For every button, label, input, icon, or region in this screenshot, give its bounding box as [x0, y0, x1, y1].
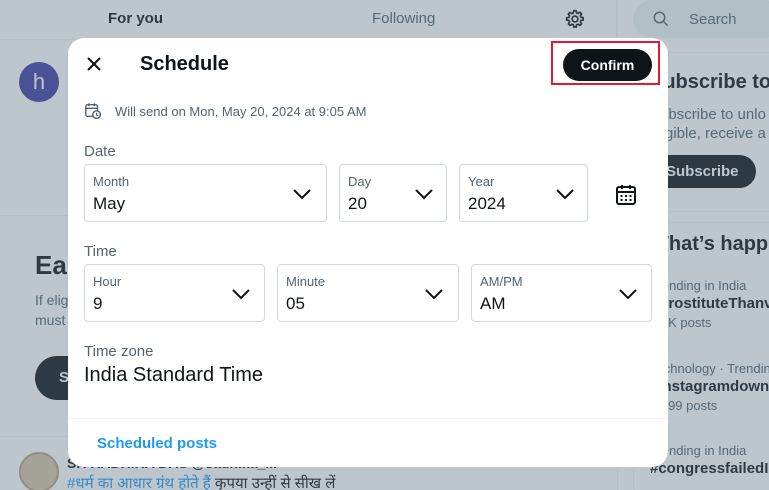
date-section-label: Date: [84, 143, 116, 160]
scheduled-posts-link[interactable]: Scheduled posts: [97, 435, 217, 452]
chevron-down-icon: [232, 289, 250, 300]
month-value: May: [93, 194, 126, 213]
year-select[interactable]: Year 2024: [459, 164, 588, 222]
chevron-down-icon: [293, 189, 311, 200]
timezone-value: India Standard Time: [84, 364, 263, 386]
hour-select[interactable]: Hour 9: [84, 264, 265, 322]
minute-value: 05: [286, 294, 305, 313]
schedule-dialog: Schedule Confirm Will send on Mon, May 2…: [68, 38, 668, 467]
day-select[interactable]: Day 20: [339, 164, 447, 222]
dialog-title: Schedule: [140, 53, 229, 75]
footer-divider: [68, 418, 668, 419]
close-icon: [87, 57, 101, 71]
hour-label: Hour: [93, 274, 122, 289]
ampm-label: AM/PM: [480, 274, 523, 289]
time-section-label: Time: [84, 243, 117, 260]
schedule-summary: Will send on Mon, May 20, 2024 at 9:05 A…: [84, 102, 366, 120]
year-label: Year: [468, 174, 495, 189]
month-label: Month: [93, 174, 130, 189]
hour-value: 9: [93, 294, 103, 313]
confirm-button[interactable]: Confirm: [563, 49, 652, 81]
day-value: 20: [348, 194, 367, 213]
chevron-down-icon: [556, 189, 574, 200]
ampm-value: AM: [480, 294, 506, 313]
close-button[interactable]: [80, 50, 108, 78]
minute-select[interactable]: Minute 05: [277, 264, 459, 322]
minute-label: Minute: [286, 274, 326, 289]
chevron-down-icon: [619, 289, 637, 300]
chevron-down-icon: [415, 189, 433, 200]
year-value: 2024: [468, 194, 506, 213]
chevron-down-icon: [425, 289, 443, 300]
calendar-icon[interactable]: [614, 183, 638, 207]
month-select[interactable]: Month May: [84, 164, 327, 222]
day-label: Day: [348, 174, 372, 189]
calendar-clock-icon: [85, 103, 102, 120]
ampm-select[interactable]: AM/PM AM: [471, 264, 652, 322]
send-info-text: Will send on Mon, May 20, 2024 at 9:05 A…: [115, 103, 367, 119]
timezone-label: Time zone: [84, 343, 154, 360]
